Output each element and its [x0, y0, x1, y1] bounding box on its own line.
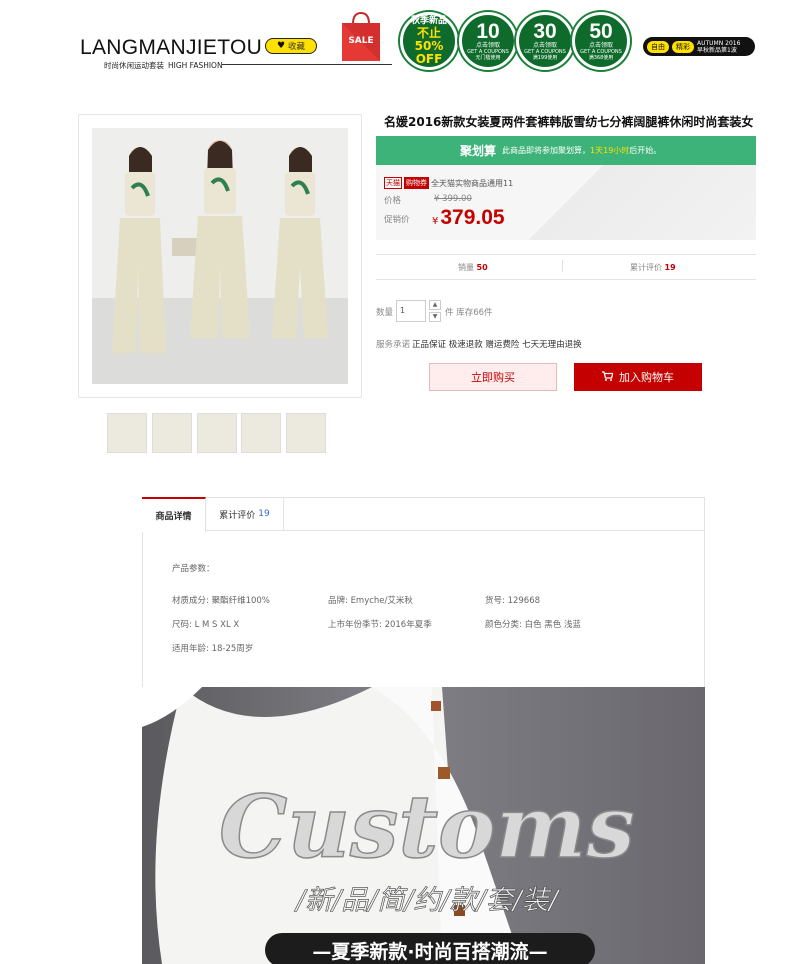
sale-text: SALE [348, 36, 373, 46]
price-label: 价格 [384, 196, 402, 206]
service-list[interactable]: 正品保证 极速退款 赠运费险 七天无理由退换 [412, 338, 582, 350]
promo-tags[interactable]: 天猫 购物券 全天猫实物商品通用11 [384, 177, 513, 189]
param-item: 上市年份季节: 2016年夏季 [328, 620, 432, 630]
param-item: 货号: 129668 [485, 596, 541, 606]
param-item: 适用年龄: 18-25周岁 [172, 644, 254, 654]
pill-right-line: 早秋新品第1波 [697, 46, 737, 54]
badge-line: OFF [415, 52, 443, 66]
coupon-text: 全天猫实物商品通用11 [431, 178, 514, 188]
quantity-decrease-button[interactable]: ▼ [429, 312, 441, 322]
divider [562, 260, 563, 272]
tab-product-detail[interactable]: 商品详情 [142, 497, 206, 532]
pill-right: AUTUMN 2016 早秋新品第1波 [697, 40, 740, 54]
sales-label: 销量 [458, 263, 474, 272]
promo-price-value: 379.05 [440, 206, 505, 229]
coupon-line: 满199使用 [532, 54, 558, 61]
thumbnail[interactable] [241, 413, 281, 453]
coupon-amount: 10 [476, 19, 500, 43]
param-item: 颜色分类: 白色 黑色 浅蓝 [485, 620, 581, 630]
favorite-button[interactable]: ♥ 收藏 [265, 38, 317, 54]
tab-reviews-label: 累计评价 [219, 510, 256, 521]
coupon-line: 点击领取 [532, 41, 557, 49]
promo-price-label: 促销价 [384, 215, 410, 225]
pill-left: 自由 [647, 40, 669, 53]
promo-price: ¥ 379.05 [432, 206, 505, 230]
sales-value: 50 [476, 263, 488, 272]
thumbnail[interactable] [286, 413, 326, 453]
favorite-label: 收藏 [288, 42, 306, 52]
coupon-amount: 30 [533, 19, 557, 43]
divider [376, 254, 756, 255]
tab-reviews[interactable]: 累计评价 19 [206, 497, 284, 531]
detail-banner-image: Customs /新/品/简/约/款/套/装/ —夏季新款·时尚百搭潮流— [142, 687, 705, 964]
product-title: 名媛2016新款女装夏两件套裤韩版雪纺七分裤阔腿裤休闲时尚套装女 [384, 115, 754, 129]
quantity-label: 数量 [376, 308, 394, 318]
coupon-line: 点击领取 [588, 41, 613, 49]
coupon-badge-10[interactable]: 10 点击领取 GET A COUPONS 无门槛使用 [459, 12, 517, 70]
shopping-tag: 购物券 [404, 177, 429, 189]
currency: ¥ [432, 216, 439, 227]
buy-now-button[interactable]: 立即购买 [429, 363, 557, 391]
badge-line: 不止50% [414, 26, 444, 53]
tmall-tag: 天猫 [384, 177, 402, 189]
pill-mid: 精彩 [672, 40, 694, 53]
coupon-amount: 50 [589, 19, 613, 43]
stock-text: 件 库存66件 [445, 308, 493, 318]
store-logo[interactable]: LANGMANJIETOU [80, 36, 262, 60]
divider [376, 279, 756, 280]
reviews-label: 累计评价 [630, 263, 662, 272]
promo-badge-new[interactable]: 秋季新品 不止50% OFF [400, 12, 458, 70]
thumbnail[interactable] [197, 413, 237, 453]
jhs-text: 此商品即将参加聚划算， [502, 146, 591, 155]
coupon-line: 无门槛使用 [475, 54, 501, 61]
thumbnail[interactable] [152, 413, 192, 453]
reviews-value: 19 [664, 263, 676, 272]
param-item: 尺码: L M S XL X [172, 620, 240, 630]
thumbnail[interactable] [107, 413, 147, 453]
tab-reviews-count: 19 [258, 509, 270, 519]
coupon-badge-50[interactable]: 50 点击领取 GET A COUPONS 满368使用 [572, 12, 630, 70]
banner-bottom: —夏季新款·时尚百搭潮流— [312, 940, 547, 963]
store-tagline: 时尚休闲运动套装 HIGH FASHION [104, 60, 223, 71]
tagline-en: HIGH FASHION [168, 61, 223, 70]
divider [222, 64, 392, 65]
service-label: 服务承诺 [376, 340, 411, 350]
coupon-badge-30[interactable]: 30 点击领取 GET A COUPONS 满199使用 [516, 12, 574, 70]
original-price: ¥ 399.00 [434, 194, 472, 204]
sales-count: 销量 50 [458, 262, 488, 273]
quantity-input[interactable]: 1 [396, 300, 426, 322]
tagline-cn: 时尚休闲运动套装 [104, 61, 164, 70]
banner-script: Customs [219, 777, 635, 878]
params-title: 产品参数： [172, 564, 215, 574]
coupon-line: 满368使用 [588, 54, 614, 61]
jhs-text: 后开始。 [629, 146, 662, 155]
juhuasuan-banner[interactable]: 聚划算 此商品即将参加聚划算， 1天19小时 后开始。 [376, 136, 756, 165]
sale-bag-icon[interactable]: SALE [339, 10, 383, 62]
banner-line: /新/品/简/约/款/套/装/ [294, 885, 561, 916]
quantity-increase-button[interactable]: ▲ [429, 300, 441, 310]
autumn-promo-pill[interactable]: 自由 精彩 AUTUMN 2016 早秋新品第1波 [643, 37, 755, 56]
add-to-cart-button[interactable]: 加入购物车 [574, 363, 702, 391]
param-item: 品牌: Emyche/艾米秋 [328, 596, 413, 606]
cart-icon [602, 370, 614, 384]
pill-right-line: AUTUMN 2016 [697, 39, 741, 47]
jhs-brand: 聚划算 [460, 144, 497, 158]
product-photo [92, 128, 348, 384]
coupon-line: 点击领取 [475, 41, 500, 49]
param-item: 材质成分: 聚酯纤维100% [172, 596, 270, 606]
review-count[interactable]: 累计评价 19 [630, 262, 676, 273]
main-product-image[interactable] [78, 114, 362, 398]
add-to-cart-label: 加入购物车 [619, 371, 674, 384]
heart-icon: ♥ [276, 41, 286, 51]
jhs-countdown: 1天19小时 [590, 146, 630, 155]
